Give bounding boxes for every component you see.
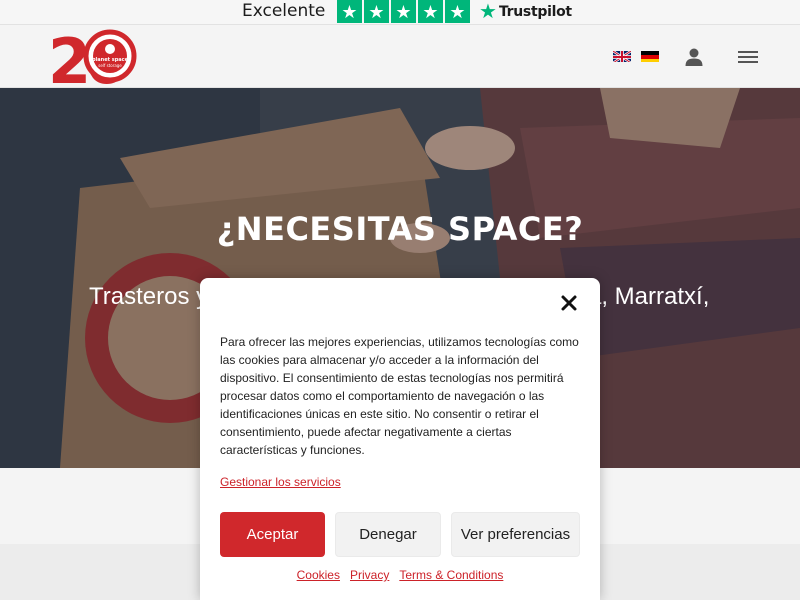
deny-button[interactable]: Denegar bbox=[335, 512, 441, 557]
hamburger-menu-icon[interactable] bbox=[737, 48, 759, 66]
logo-years-label: años bbox=[56, 76, 78, 86]
trustpilot-brand-name: Trustpilot bbox=[498, 4, 572, 20]
trustpilot-star-icon: ★ bbox=[479, 1, 497, 23]
privacy-link[interactable]: Privacy bbox=[350, 568, 389, 582]
user-icon[interactable] bbox=[684, 47, 704, 67]
trustpilot-stars: ★ ★ ★ ★ ★ bbox=[337, 0, 470, 23]
cookie-consent-dialog: Para ofrecer las mejores experiencias, u… bbox=[200, 278, 600, 600]
manage-services-link[interactable]: Gestionar los servicios bbox=[220, 475, 341, 489]
star-icon: ★ bbox=[364, 0, 389, 23]
trustpilot-rating-label: Excelente bbox=[242, 1, 326, 21]
trustpilot-bar[interactable]: Excelente ★ ★ ★ ★ ★ ★ Trustpilot bbox=[0, 0, 800, 24]
site-logo[interactable]: 20 planet space self storage años bbox=[48, 25, 140, 98]
cookie-description: Para ofrecer las mejores experiencias, u… bbox=[220, 335, 579, 457]
accept-button[interactable]: Aceptar bbox=[220, 512, 325, 557]
trustpilot-logo[interactable]: ★ Trustpilot bbox=[479, 2, 572, 22]
view-preferences-button[interactable]: Ver preferencias bbox=[451, 512, 580, 557]
hero-subtitle-left: Trasteros y bbox=[89, 283, 209, 310]
cookies-link[interactable]: Cookies bbox=[297, 568, 340, 582]
site-header: 20 planet space self storage años bbox=[0, 24, 800, 98]
close-icon[interactable] bbox=[558, 292, 580, 314]
uk-flag-icon[interactable] bbox=[613, 50, 631, 62]
logo-brand-line2: self storage bbox=[98, 63, 122, 68]
star-icon: ★ bbox=[337, 0, 362, 23]
hero-subtitle-right: a, Marratxí, bbox=[588, 283, 710, 310]
star-icon: ★ bbox=[391, 0, 416, 23]
star-icon: ★ bbox=[445, 0, 470, 23]
terms-link[interactable]: Terms & Conditions bbox=[399, 568, 503, 582]
star-icon: ★ bbox=[418, 0, 443, 23]
hero-title: ¿NECESITAS SPACE? bbox=[216, 210, 584, 248]
german-flag-icon[interactable] bbox=[641, 50, 659, 62]
cookie-footer-links: Cookies Privacy Terms & Conditions bbox=[200, 568, 600, 582]
